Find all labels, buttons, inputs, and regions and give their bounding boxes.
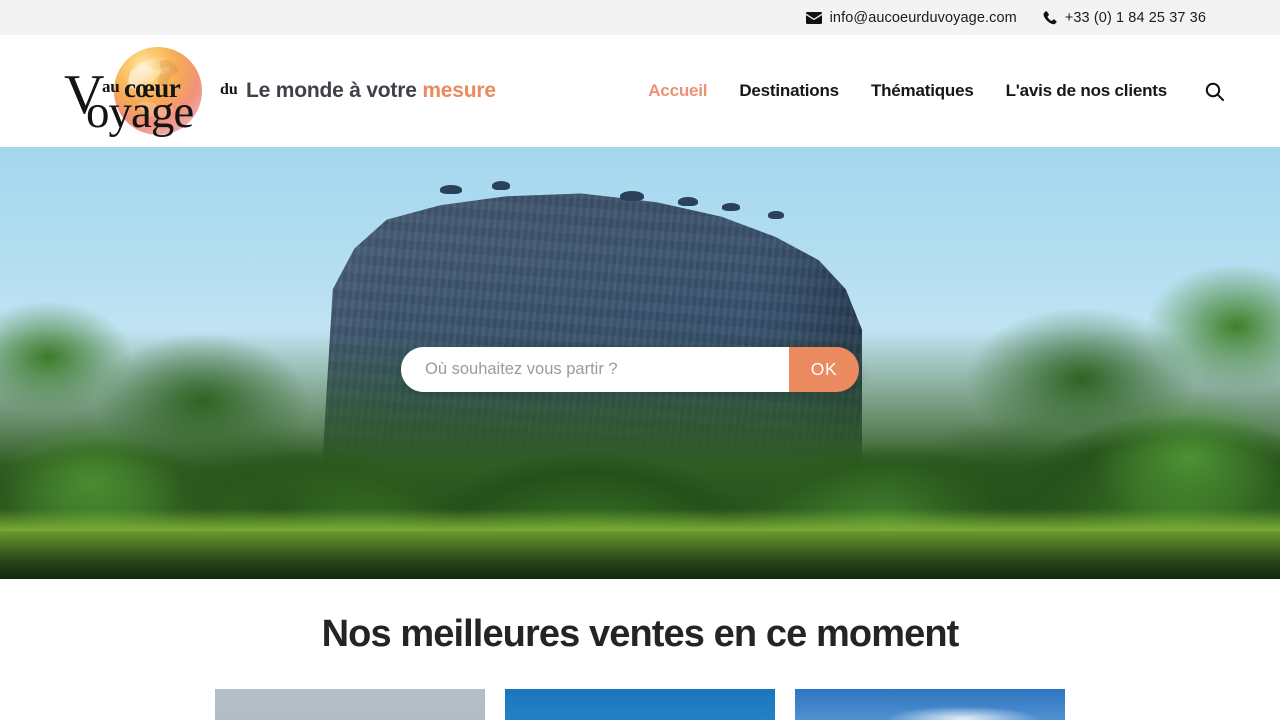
ridge-tree	[492, 181, 510, 190]
tagline-prefix: Le monde à votre	[246, 79, 423, 102]
ridge-tree	[620, 191, 644, 201]
best-sellers-cards	[0, 689, 1280, 720]
site-logo: V au cœur du oyage	[62, 45, 238, 138]
destination-card-2-image	[505, 689, 775, 720]
best-sellers-section: Nos meilleures ventes en ce moment	[0, 579, 1280, 720]
hero-foreground-shadow	[0, 531, 1280, 579]
destination-card-3[interactable]	[795, 689, 1065, 720]
logo-wordmark: V au cœur du oyage	[62, 45, 238, 138]
envelope-icon	[805, 11, 822, 24]
destination-card-3-image	[795, 689, 1065, 720]
best-sellers-title: Nos meilleures ventes en ce moment	[321, 613, 960, 655]
logo-word-du: du	[220, 81, 238, 98]
tagline-accent: mesure	[422, 79, 496, 102]
destination-card-2[interactable]	[505, 689, 775, 720]
site-header: V au cœur du oyage Le monde à votre mesu…	[0, 35, 1280, 147]
contact-email-text: info@aucoeurduvoyage.com	[829, 9, 1017, 26]
contact-phone[interactable]: +33 (0) 1 84 25 37 36	[1043, 10, 1206, 26]
logo-link[interactable]: V au cœur du oyage	[62, 45, 238, 138]
phone-icon	[1043, 10, 1057, 25]
ridge-tree	[768, 211, 784, 219]
hero-search-bar: OK	[401, 347, 859, 392]
nav-item-accueil[interactable]: Accueil	[648, 81, 707, 101]
site-tagline: Le monde à votre mesure	[246, 79, 496, 103]
hero-banner: OK	[0, 147, 1280, 579]
nav-item-destinations[interactable]: Destinations	[739, 81, 839, 101]
top-contact-bar: info@aucoeurduvoyage.com +33 (0) 1 84 25…	[0, 0, 1280, 35]
main-navigation: Accueil Destinations Thématiques L'avis …	[648, 81, 1224, 101]
ridge-tree	[440, 185, 462, 194]
ridge-tree	[722, 203, 740, 211]
contact-phone-text: +33 (0) 1 84 25 37 36	[1064, 9, 1206, 26]
search-icon[interactable]	[1205, 82, 1224, 101]
nav-item-avis-clients[interactable]: L'avis de nos clients	[1006, 81, 1168, 101]
ridge-tree	[678, 197, 698, 206]
destination-card-1-image	[215, 689, 485, 720]
logo-word-voyage: oyage	[86, 86, 194, 138]
search-input[interactable]	[401, 347, 789, 392]
destination-card-1[interactable]	[215, 689, 485, 720]
nav-item-thematiques[interactable]: Thématiques	[871, 81, 974, 101]
search-submit-button[interactable]: OK	[789, 347, 859, 392]
contact-email[interactable]: info@aucoeurduvoyage.com	[805, 9, 1017, 26]
